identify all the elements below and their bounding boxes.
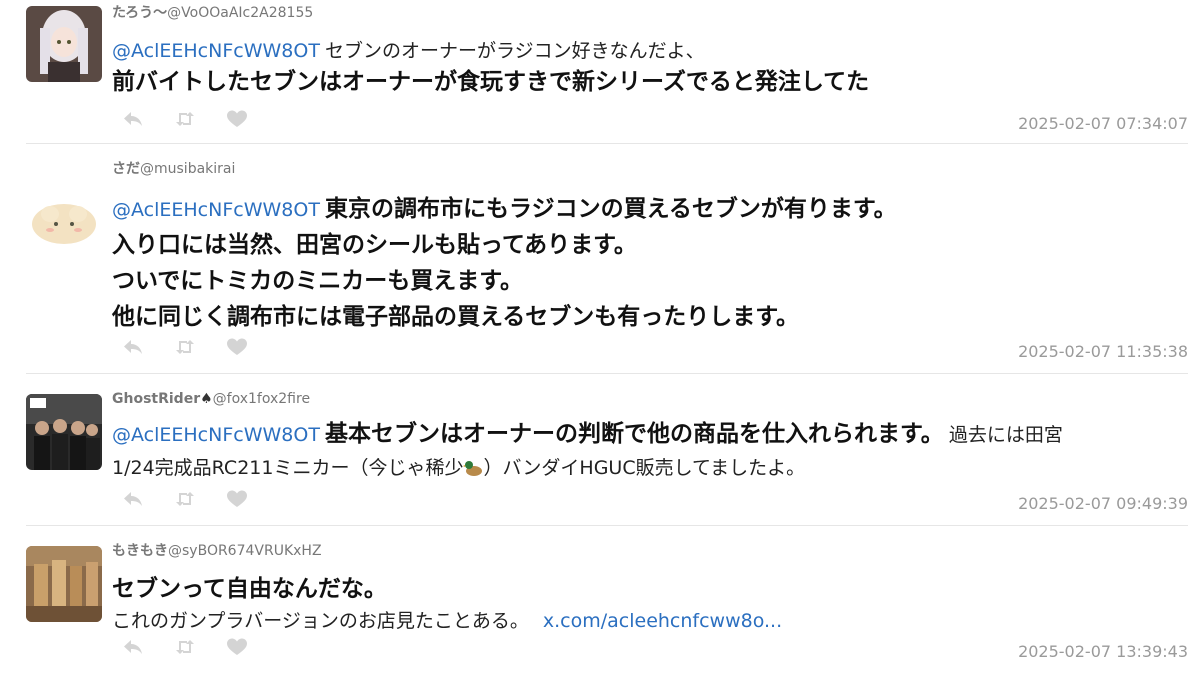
action-bar bbox=[122, 490, 248, 508]
retweet-icon[interactable] bbox=[174, 338, 196, 356]
tweet-text-large: セブンって自由なんだな。 bbox=[112, 576, 387, 602]
action-bar bbox=[122, 638, 248, 656]
tweet-link[interactable]: x.com/acleehcnfcww8o... bbox=[543, 610, 782, 632]
action-bar bbox=[122, 338, 248, 356]
tweet-text-small: セブンのオーナーがラジコン好きなんだよ、 bbox=[325, 40, 705, 62]
tweet-text-small: これのガンプラバージョンのお店見たことある。 bbox=[112, 610, 529, 632]
tweet-text-large: 前バイトしたセブンはオーナーが食玩すきで新シリーズでると発注してた bbox=[112, 69, 870, 95]
author-line: さだ@musibakirai bbox=[112, 160, 1188, 178]
author-handle[interactable]: @musibakirai bbox=[140, 161, 235, 177]
mention-link[interactable]: @AclEEHcNFcWW8OT bbox=[112, 424, 320, 446]
tweet-text: @AclEEHcNFcWW8OT 東京の調布市にもラジコンの買えるセブンが有りま… bbox=[112, 192, 1188, 336]
heart-icon[interactable] bbox=[226, 490, 248, 508]
author-handle[interactable]: @VoOOaAIc2A28155 bbox=[167, 5, 313, 21]
author-name[interactable]: GhostRider bbox=[112, 391, 200, 407]
timestamp[interactable]: 2025-02-07 11:35:38 bbox=[1018, 342, 1188, 361]
avatar[interactable] bbox=[26, 394, 102, 470]
avatar[interactable] bbox=[26, 182, 102, 258]
reply-icon[interactable] bbox=[122, 110, 144, 128]
tweet-text-line: 東京の調布市にもラジコンの買えるセブンが有ります。 bbox=[325, 196, 897, 222]
author-name[interactable]: さだ bbox=[112, 161, 140, 177]
tweet-text-small: ）バンダイHGUC販売してましたよ。 bbox=[483, 457, 806, 479]
author-line: たろう～@VoOOaAIc2A28155 bbox=[112, 4, 1188, 22]
tweet-text-line: 他に同じく調布市には電子部品の買えるセブンも有ったりします。 bbox=[112, 304, 800, 330]
tweet-text-line: 入り口には当然、田宮のシールも貼ってあります。 bbox=[112, 232, 637, 258]
spade-icon: ♠ bbox=[200, 391, 213, 407]
tweet: もきもき@syBOR674VRUKxHZ セブンって自由なんだな。 これのガンプ… bbox=[26, 526, 1188, 675]
timestamp[interactable]: 2025-02-07 09:49:39 bbox=[1018, 494, 1188, 513]
retweet-icon[interactable] bbox=[174, 638, 196, 656]
tweet-text-line: ついでにトミカのミニカーも買えます。 bbox=[112, 268, 524, 294]
tweet-text: @AclEEHcNFcWW8OT 基本セブンはオーナーの判断で他の商品を仕入れら… bbox=[112, 418, 1188, 488]
action-bar bbox=[122, 110, 248, 128]
tweet: GhostRider♠@fox1fox2fire @AclEEHcNFcWW8O… bbox=[26, 374, 1188, 526]
author-handle[interactable]: @fox1fox2fire bbox=[213, 391, 310, 407]
author-line: もきもき@syBOR674VRUKxHZ bbox=[112, 542, 1188, 560]
tweet-text-small: 1/24完成品RC211ミニカー（今じゃ稀少 bbox=[112, 457, 464, 479]
timestamp[interactable]: 2025-02-07 13:39:43 bbox=[1018, 642, 1188, 661]
retweet-icon[interactable] bbox=[174, 110, 196, 128]
reply-icon[interactable] bbox=[122, 338, 144, 356]
author-name[interactable]: たろう～ bbox=[112, 5, 167, 21]
tweet-text: セブンって自由なんだな。 これのガンプラバージョンのお店見たことある。 x.com… bbox=[112, 574, 1188, 637]
mention-link[interactable]: @AclEEHcNFcWW8OT bbox=[112, 40, 320, 62]
mention-link[interactable]: @AclEEHcNFcWW8OT bbox=[112, 199, 320, 221]
reply-icon[interactable] bbox=[122, 490, 144, 508]
timestamp[interactable]: 2025-02-07 07:34:07 bbox=[1018, 114, 1188, 133]
tweet-text: @AclEEHcNFcWW8OT セブンのオーナーがラジコン好きなんだよ、 前バ… bbox=[112, 36, 1188, 99]
reply-icon[interactable] bbox=[122, 638, 144, 656]
avatar[interactable] bbox=[26, 546, 102, 622]
tweet-text-small: 過去には田宮 bbox=[948, 424, 1063, 446]
duck-icon bbox=[463, 456, 483, 488]
tweet: さだ@musibakirai @AclEEHcNFcWW8OT 東京の調布市にも… bbox=[26, 144, 1188, 374]
heart-icon[interactable] bbox=[226, 110, 248, 128]
author-line: GhostRider♠@fox1fox2fire bbox=[112, 390, 1188, 408]
heart-icon[interactable] bbox=[226, 638, 248, 656]
author-name[interactable]: もきもき bbox=[112, 543, 168, 559]
retweet-icon[interactable] bbox=[174, 490, 196, 508]
tweet-text-large: 基本セブンはオーナーの判断で他の商品を仕入れられます。 bbox=[325, 421, 944, 447]
tweet: たろう～@VoOOaAIc2A28155 @AclEEHcNFcWW8OT セブ… bbox=[26, 0, 1188, 144]
avatar[interactable] bbox=[26, 6, 102, 82]
reply-feed: たろう～@VoOOaAIc2A28155 @AclEEHcNFcWW8OT セブ… bbox=[0, 0, 1200, 675]
heart-icon[interactable] bbox=[226, 338, 248, 356]
author-handle[interactable]: @syBOR674VRUKxHZ bbox=[168, 543, 322, 559]
